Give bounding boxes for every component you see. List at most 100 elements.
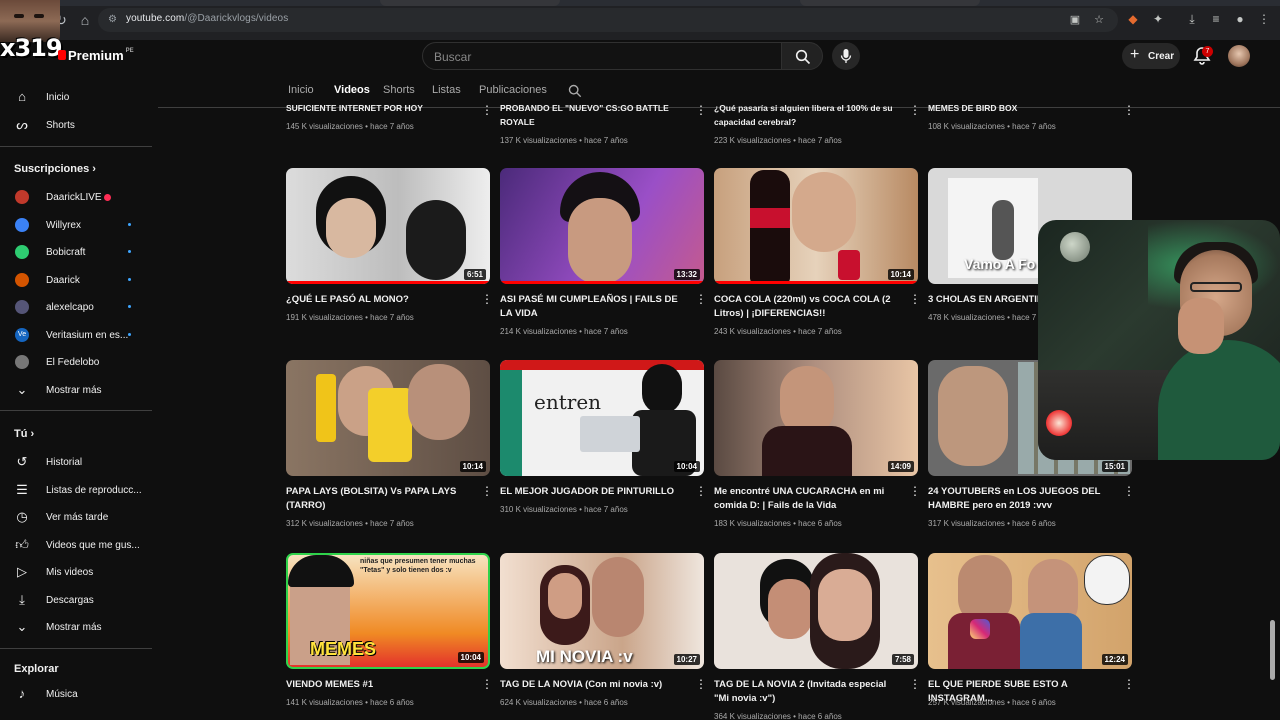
more-options-icon[interactable]: ⋮ xyxy=(481,678,493,690)
more-options-icon[interactable]: ⋮ xyxy=(695,485,707,497)
more-options-icon[interactable]: ⋮ xyxy=(909,293,921,305)
video-thumbnail[interactable]: 13:32 xyxy=(500,168,704,284)
video-title[interactable]: ASI PASÉ MI CUMPLEAÑOS | FAILS DE LA VID… xyxy=(500,293,686,320)
video-thumbnail[interactable]: 7:58 xyxy=(714,553,918,669)
extension-icon[interactable]: ◆ xyxy=(1125,11,1141,27)
search-button[interactable] xyxy=(781,42,823,70)
video-thumbnail[interactable]: niñas que presumen tener muchas "Tetas" … xyxy=(286,553,490,669)
sidebar-item-historial[interactable]: ↺ Historial xyxy=(0,447,150,475)
tab-shorts[interactable]: Shorts xyxy=(383,84,415,96)
video-thumbnail[interactable]: MI NOVIA :v 10:27 xyxy=(500,553,704,669)
youtube-logo-icon[interactable] xyxy=(58,50,66,60)
sidebar-sub-veritasium[interactable]: Ve Veritasium en es... xyxy=(0,320,150,348)
sidebar-divider xyxy=(0,146,152,147)
home-icon: ⌂ xyxy=(18,89,26,104)
video-title[interactable]: Me encontré UNA CUCARACHA en mi comida D… xyxy=(714,485,900,512)
sidebar-sub-elfedelobo[interactable]: El Fedelobo xyxy=(0,347,150,375)
sidebar-item-music[interactable]: ♪ Música xyxy=(0,679,150,707)
sidebar-item-watch-later[interactable]: ◷ Ver más tarde xyxy=(0,502,150,530)
sidebar-item-shorts[interactable]: ᔕ Shorts xyxy=(0,110,150,138)
create-button[interactable]: + Crear xyxy=(1122,43,1180,69)
browser-tab[interactable] xyxy=(800,0,980,6)
subscriptions-heading[interactable]: Suscripciones › xyxy=(14,163,96,175)
site-info-icon[interactable]: ⚙ xyxy=(108,14,120,26)
video-thumbnail[interactable]: 6:51 xyxy=(286,168,490,284)
more-options-icon[interactable]: ⋮ xyxy=(481,293,493,305)
video-title[interactable]: 24 YOUTUBERS en LOS JUEGOS DEL HAMBRE pe… xyxy=(928,485,1114,512)
channel-search-icon[interactable] xyxy=(568,84,582,98)
sidebar-sub-alexelcapo[interactable]: alexelcapo xyxy=(0,292,150,320)
video-meta: 243 K visualizaciones • hace 7 años xyxy=(714,327,842,336)
video-title[interactable]: COCA COLA (220ml) vs COCA COLA (2 Litros… xyxy=(714,293,900,320)
tab-publicaciones[interactable]: Publicaciones xyxy=(479,84,547,96)
tab-listas[interactable]: Listas xyxy=(432,84,461,96)
video-title[interactable]: MEMES DE BIRD BOX xyxy=(928,102,1114,116)
download-browser-icon[interactable]: ⤓ xyxy=(1184,11,1200,27)
sidebar-sub-bobicraft[interactable]: Bobicraft xyxy=(0,237,150,265)
video-title[interactable]: PROBANDO EL "NUEVO" CS:GO BATTLE ROYALE xyxy=(500,102,686,129)
extensions-puzzle-icon[interactable]: ✦ xyxy=(1150,11,1166,27)
sidebar-show-more-subs[interactable]: ⌄ Mostrar más xyxy=(0,375,150,403)
sidebar-sub-willyrex[interactable]: Willyrex xyxy=(0,210,150,238)
voice-search-button[interactable] xyxy=(832,42,860,70)
video-duration: 13:32 xyxy=(673,269,700,280)
bookmark-star-icon[interactable]: ☆ xyxy=(1092,13,1106,27)
sidebar-sub-daarick[interactable]: Daarick xyxy=(0,265,150,293)
media-icon[interactable]: ≡ xyxy=(1208,11,1224,27)
video-title[interactable]: PAPA LAYS (BOLSITA) Vs PAPA LAYS (TARRO) xyxy=(286,485,472,512)
video-thumbnail[interactable]: entren 10:04 xyxy=(500,360,704,476)
profile-icon[interactable]: ● xyxy=(1232,11,1248,27)
more-options-icon[interactable]: ⋮ xyxy=(695,678,707,690)
browser-tab[interactable] xyxy=(380,0,560,6)
watch-progress-bar xyxy=(714,281,918,284)
video-title[interactable]: VIENDO MEMES #1 xyxy=(286,678,472,692)
video-thumbnail[interactable]: 12:24 xyxy=(928,553,1132,669)
more-options-icon[interactable]: ⋮ xyxy=(695,293,707,305)
sidebar-item-inicio[interactable]: ⌂ Inicio xyxy=(0,82,150,110)
home-browser-icon[interactable]: ⌂ xyxy=(76,11,94,29)
sidebar-sub-daaricklive[interactable]: DaarickLIVE xyxy=(0,182,150,210)
video-thumbnail[interactable]: 10:14 xyxy=(714,168,918,284)
tab-inicio[interactable]: Inicio xyxy=(288,84,314,96)
address-bar[interactable]: ⚙ youtube.com/@Daarickvlogs/videos ▣ ☆ xyxy=(98,8,1118,32)
more-options-icon[interactable]: ⋮ xyxy=(909,678,921,690)
thumbnail-text: MI NOVIA :v xyxy=(536,647,633,666)
browser-toolbar: ↻ ⌂ ⚙ youtube.com/@Daarickvlogs/videos ▣… xyxy=(0,0,1280,40)
sidebar-item-my-videos[interactable]: ▷ Mis videos xyxy=(0,557,150,585)
video-thumbnail[interactable]: 10:14 xyxy=(286,360,490,476)
youtube-premium-logo[interactable]: Premium PE xyxy=(68,48,134,63)
page-scrollbar[interactable] xyxy=(1270,620,1275,680)
more-options-icon[interactable]: ⋮ xyxy=(909,104,921,116)
search-input[interactable]: Buscar xyxy=(422,42,782,70)
watch-progress-bar xyxy=(500,281,704,284)
more-options-icon[interactable]: ⋮ xyxy=(909,485,921,497)
history-icon: ↺ xyxy=(16,454,28,469)
video-title[interactable]: TAG DE LA NOVIA (Con mi novia :v) xyxy=(500,678,686,692)
more-options-icon[interactable]: ⋮ xyxy=(1123,678,1135,690)
video-meta: 137 K visualizaciones • hace 7 años xyxy=(500,136,628,145)
more-options-icon[interactable]: ⋮ xyxy=(481,104,493,116)
video-thumbnail[interactable]: 14:09 xyxy=(714,360,918,476)
video-title[interactable]: TAG DE LA NOVIA 2 (Invitada especial "Mi… xyxy=(714,678,900,705)
video-title[interactable]: ¿Qué pasaría si alguien libera el 100% d… xyxy=(714,102,900,129)
account-avatar[interactable] xyxy=(1228,45,1250,67)
video-duration: 10:14 xyxy=(887,269,914,280)
video-title[interactable]: SUFICIENTE INTERNET POR HOY xyxy=(286,102,472,116)
channel-avatar xyxy=(15,245,29,259)
browser-menu-icon[interactable]: ⋮ xyxy=(1256,11,1272,27)
tab-videos[interactable]: Videos xyxy=(334,84,370,96)
you-heading[interactable]: Tú › xyxy=(14,428,34,440)
sidebar-item-liked[interactable]: 👍︎ Videos que me gus... xyxy=(0,530,150,558)
sidebar-item-downloads[interactable]: ⤓ Descargas xyxy=(0,585,150,613)
sidebar-divider xyxy=(0,410,152,411)
video-title[interactable]: EL MEJOR JUGADOR DE PINTURILLO xyxy=(500,485,686,499)
more-options-icon[interactable]: ⋮ xyxy=(481,485,493,497)
more-options-icon[interactable]: ⋮ xyxy=(1123,485,1135,497)
cast-icon[interactable]: ▣ xyxy=(1068,13,1082,27)
video-title[interactable]: ¿QUÉ LE PASÓ AL MONO? xyxy=(286,293,472,307)
microphone-icon xyxy=(840,49,852,63)
more-options-icon[interactable]: ⋮ xyxy=(1123,104,1135,116)
sidebar-show-more-you[interactable]: ⌄ Mostrar más xyxy=(0,612,150,640)
more-options-icon[interactable]: ⋮ xyxy=(695,104,707,116)
sidebar-item-playlists[interactable]: ☰ Listas de reproducc... xyxy=(0,475,150,503)
